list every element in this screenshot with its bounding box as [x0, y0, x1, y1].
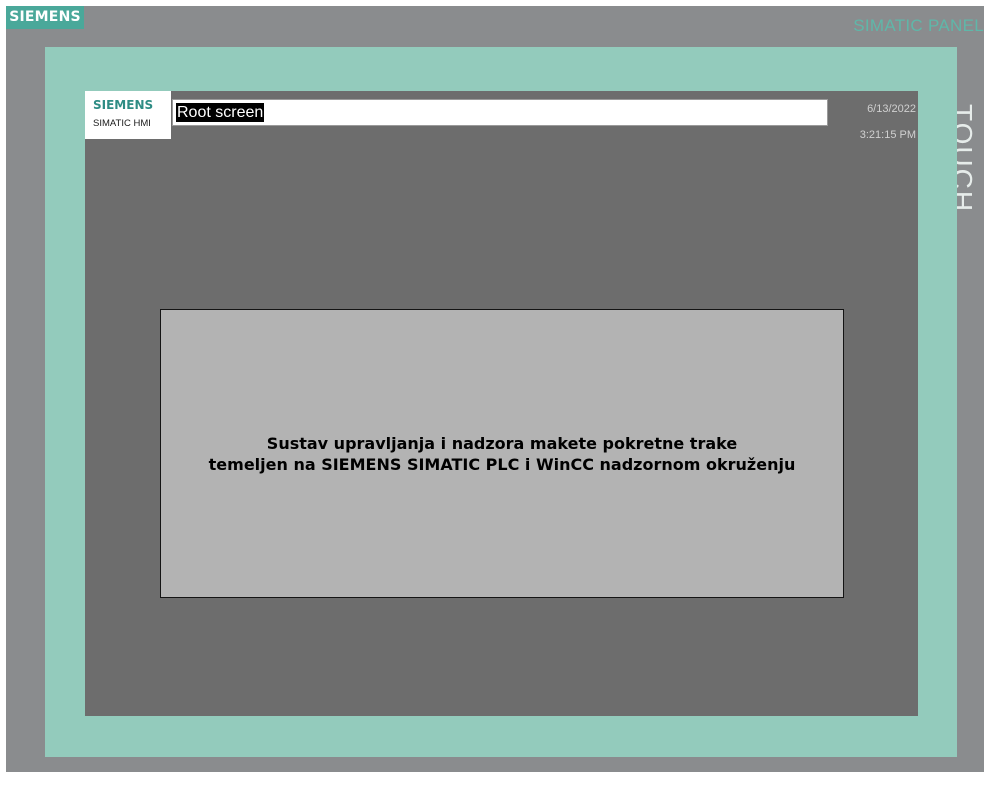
screen-title-text: Root screen [176, 103, 265, 122]
time-display: 3:21:15 PM [859, 129, 916, 141]
project-info-panel: Sustav upravljanja i nadzora makete pokr… [160, 309, 844, 598]
device-frame: SIEMENS SIMATIC PANEL TOUCH SIEMENS SIMA… [6, 6, 984, 772]
project-info-line-1: Sustav upravljanja i nadzora makete pokr… [266, 433, 738, 453]
project-info-line-2: temeljen na SIEMENS SIMATIC PLC i WinCC … [208, 454, 796, 474]
siemens-hmi-logo: SIEMENS SIMATIC HMI [85, 91, 171, 139]
hmi-logo-brand-text: SIEMENS [93, 98, 154, 112]
screen-title-field: Root screen [172, 99, 828, 126]
hmi-screen: SIEMENS SIMATIC HMI Root screen 6/13/202… [85, 91, 918, 716]
hmi-logo-product-text: SIMATIC HMI [93, 118, 151, 129]
siemens-brand-badge: SIEMENS [6, 6, 84, 29]
panel-bezel: SIEMENS SIMATIC HMI Root screen 6/13/202… [45, 47, 957, 757]
date-display: 6/13/2022 [867, 103, 916, 115]
product-name-label: SIMATIC PANEL [853, 16, 984, 35]
